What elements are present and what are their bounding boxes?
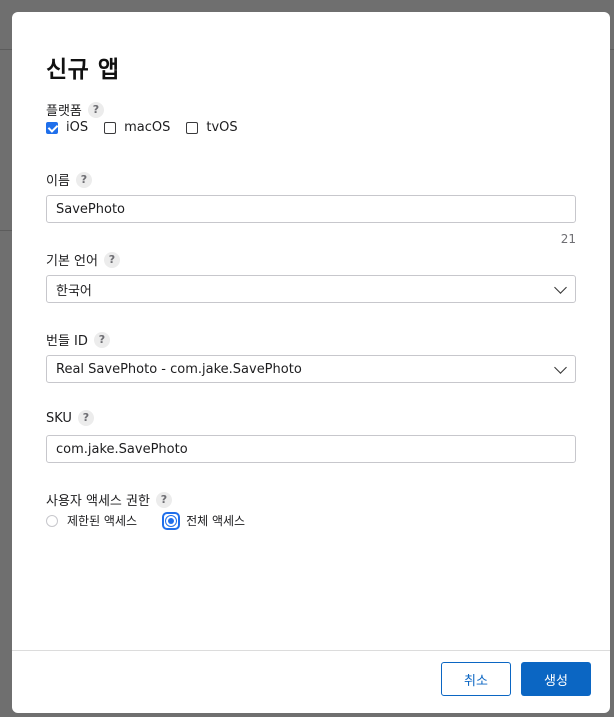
name-char-counter: 21 xyxy=(560,232,576,246)
sku-input-value: com.jake.SavePhoto xyxy=(56,441,188,457)
bundle-label-row: 번들 ID ? xyxy=(46,330,110,349)
access-option-full[interactable]: 전체 액세스 xyxy=(162,511,246,530)
platform-ios-label: iOS xyxy=(66,120,89,135)
cancel-button[interactable]: 취소 xyxy=(441,662,511,696)
dialog-title: 신규 앱 xyxy=(46,57,120,83)
access-options: 제한된 액세스 전체 액세스 xyxy=(46,511,273,530)
language-label: 기본 언어 xyxy=(46,254,98,269)
create-button[interactable]: 생성 xyxy=(521,662,591,696)
chevron-down-icon xyxy=(554,280,567,294)
bundle-label: 번들 ID xyxy=(46,334,88,349)
full-access-radio[interactable] xyxy=(165,514,178,527)
sku-input[interactable]: com.jake.SavePhoto xyxy=(46,435,576,463)
name-label-row: 이름 ? xyxy=(46,170,92,189)
name-label: 이름 xyxy=(46,174,70,189)
ios-checkbox[interactable] xyxy=(46,121,58,134)
language-select-value: 한국어 xyxy=(56,283,92,299)
footer-divider xyxy=(12,650,610,651)
macos-checkbox[interactable] xyxy=(104,121,117,134)
limited-access-label: 제한된 액세스 xyxy=(67,514,138,528)
full-access-label: 전체 액세스 xyxy=(186,514,246,528)
platform-options: iOS macOS tvOS xyxy=(46,120,254,135)
platform-label-row: 플랫폼 ? xyxy=(46,100,104,119)
access-option-limited[interactable]: 제한된 액세스 xyxy=(46,512,137,529)
language-label-row: 기본 언어 ? xyxy=(46,250,120,269)
language-select[interactable]: 한국어 xyxy=(46,275,576,303)
background-divider xyxy=(0,230,12,231)
platform-macos[interactable]: macOS xyxy=(104,120,170,135)
help-icon[interactable]: ? xyxy=(155,491,172,508)
focus-ring xyxy=(162,511,181,530)
name-input[interactable]: SavePhoto xyxy=(46,195,576,223)
platform-label: 플랫폼 xyxy=(46,104,82,119)
help-icon[interactable]: ? xyxy=(77,410,94,426)
platform-macos-label: macOS xyxy=(124,120,171,135)
sku-label: SKU xyxy=(46,410,72,426)
platform-tvos-label: tvOS xyxy=(206,120,238,135)
platform-ios[interactable]: iOS xyxy=(46,120,88,135)
name-input-value: SavePhoto xyxy=(56,201,125,217)
help-icon[interactable]: ? xyxy=(103,251,120,268)
background-divider xyxy=(0,49,12,50)
tvos-checkbox[interactable] xyxy=(186,121,199,134)
help-icon[interactable]: ? xyxy=(87,101,104,118)
access-label: 사용자 액세스 권한 xyxy=(46,494,150,509)
sku-label-row: SKU ? xyxy=(46,410,94,426)
help-icon[interactable]: ? xyxy=(75,171,92,188)
bundle-id-select-value: Real SavePhoto - com.jake.SavePhoto xyxy=(56,361,302,377)
access-label-row: 사용자 액세스 권한 ? xyxy=(46,490,172,509)
bundle-id-select[interactable]: Real SavePhoto - com.jake.SavePhoto xyxy=(46,355,576,383)
platform-tvos[interactable]: tvOS xyxy=(186,120,238,135)
new-app-dialog: 신규 앱 플랫폼 ? iOS macOS tvOS 이름 ? SavePhoto… xyxy=(12,12,610,713)
help-icon[interactable]: ? xyxy=(93,331,110,348)
chevron-down-icon xyxy=(554,360,567,374)
limited-access-radio[interactable] xyxy=(46,514,58,527)
